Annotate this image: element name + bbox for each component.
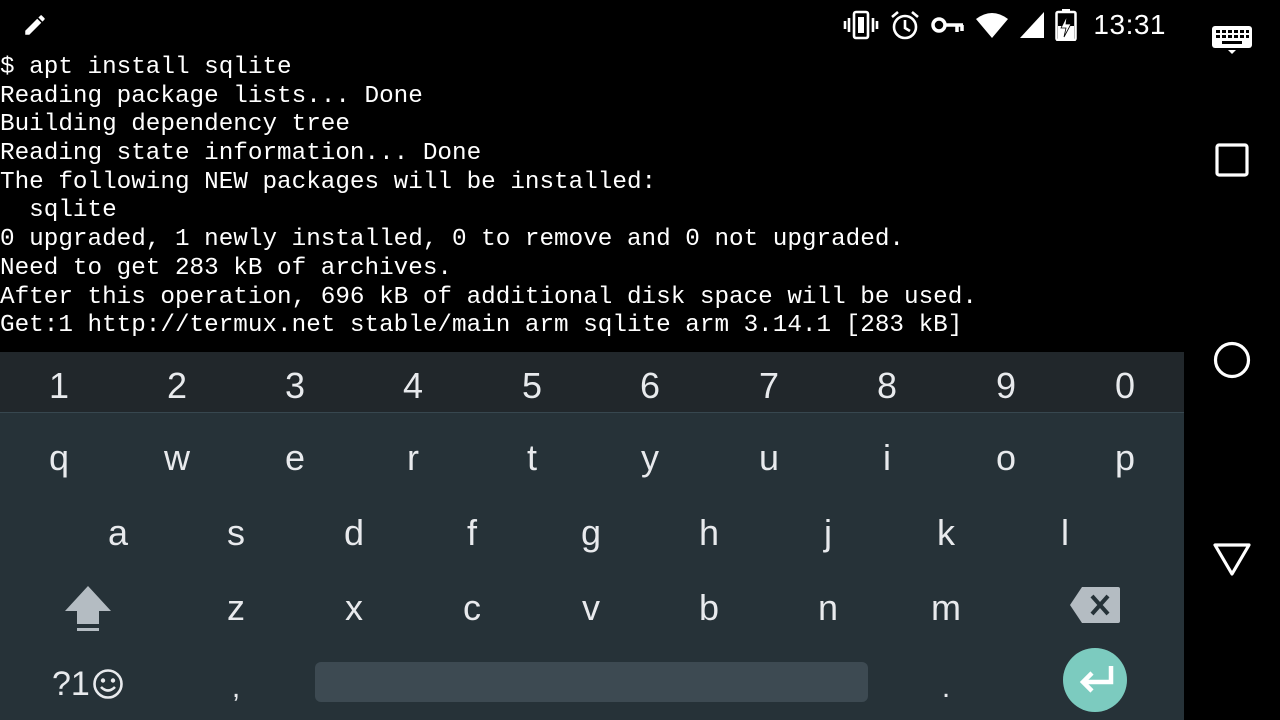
key-j[interactable]: j — [788, 513, 868, 553]
terminal-line: sqlite — [0, 197, 117, 225]
terminal-line: After this operation, 696 kB of addition… — [0, 283, 977, 311]
key-x[interactable]: x — [314, 588, 394, 628]
terminal-line: Reading package lists... Done — [0, 82, 423, 110]
key-0[interactable]: 0 — [1085, 366, 1165, 406]
key-v[interactable]: v — [551, 588, 631, 628]
key-1[interactable]: 1 — [19, 366, 99, 406]
key-o[interactable]: o — [966, 438, 1046, 478]
key-y[interactable]: y — [610, 438, 690, 478]
key-t[interactable]: t — [492, 438, 572, 478]
terminal-line: $ apt install sqlite — [0, 54, 292, 81]
wifi-icon — [976, 13, 1009, 38]
key-p[interactable]: p — [1085, 438, 1165, 478]
key-l[interactable]: l — [1025, 513, 1105, 553]
key-u[interactable]: u — [729, 438, 809, 478]
key-2[interactable]: 2 — [137, 366, 217, 406]
key-period[interactable]: . — [906, 668, 986, 708]
shift-icon[interactable] — [64, 584, 112, 632]
number-row: 1 2 3 4 5 6 7 8 9 0 — [0, 352, 1184, 413]
terminal-line: Building dependency tree — [0, 111, 350, 139]
battery-charging-icon — [1055, 9, 1078, 41]
clock: 13:31 — [1093, 9, 1166, 40]
key-a[interactable]: a — [78, 513, 158, 553]
back-button[interactable] — [1184, 543, 1280, 577]
key-f[interactable]: f — [432, 513, 512, 553]
key-7[interactable]: 7 — [729, 366, 809, 406]
key-5[interactable]: 5 — [492, 366, 572, 406]
space-bar[interactable] — [315, 662, 868, 702]
terminal-line: Get:1 http://termux.net stable/main arm … — [0, 312, 963, 340]
key-k[interactable]: k — [906, 513, 986, 553]
soft-keyboard: 1 2 3 4 5 6 7 8 9 0 q w e r t y u i o p … — [0, 352, 1184, 720]
edit-icon[interactable] — [22, 12, 48, 38]
symbols-key[interactable]: ?1 — [52, 662, 124, 706]
emoji-icon — [93, 669, 123, 699]
key-3[interactable]: 3 — [255, 366, 335, 406]
key-z[interactable]: z — [196, 588, 276, 628]
symbols-key-label: ?1 — [52, 664, 90, 703]
terminal-line: Need to get 283 kB of archives. — [0, 254, 452, 282]
key-m[interactable]: m — [906, 588, 986, 628]
key-n[interactable]: n — [788, 588, 868, 628]
status-bar: 13:31 — [0, 0, 1184, 50]
alarm-icon — [891, 11, 920, 40]
key-6[interactable]: 6 — [610, 366, 690, 406]
navigation-bar — [1184, 0, 1280, 720]
key-w[interactable]: w — [137, 438, 217, 478]
vibrate-icon — [844, 10, 879, 40]
key-i[interactable]: i — [847, 438, 927, 478]
key-d[interactable]: d — [314, 513, 394, 553]
enter-key[interactable] — [1063, 648, 1127, 712]
signal-icon — [1020, 12, 1045, 38]
key-4[interactable]: 4 — [373, 366, 453, 406]
back-icon — [1213, 543, 1251, 576]
key-g[interactable]: g — [551, 513, 631, 553]
recents-button[interactable] — [1184, 143, 1280, 177]
key-b[interactable]: b — [669, 588, 749, 628]
keyboard-icon — [1212, 26, 1252, 54]
terminal-line: The following NEW packages will be insta… — [0, 168, 657, 196]
key-comma[interactable]: , — [196, 668, 276, 708]
terminal-output[interactable]: $ apt install sqlite Reading package lis… — [0, 54, 1184, 352]
keyboard-switch-button[interactable] — [1184, 26, 1280, 54]
key-c[interactable]: c — [432, 588, 512, 628]
key-r[interactable]: r — [373, 438, 453, 478]
recents-icon — [1215, 143, 1249, 177]
status-icons: 13:31 — [843, 8, 1166, 42]
backspace-icon[interactable] — [1070, 587, 1120, 623]
enter-icon — [1079, 666, 1114, 693]
home-button[interactable] — [1184, 341, 1280, 379]
terminal-line: Reading state information... Done — [0, 140, 482, 168]
key-s[interactable]: s — [196, 513, 276, 553]
key-q[interactable]: q — [19, 438, 99, 478]
home-icon — [1213, 341, 1251, 379]
terminal-line: 0 upgraded, 1 newly installed, 0 to remo… — [0, 226, 904, 254]
key-9[interactable]: 9 — [966, 366, 1046, 406]
key-h[interactable]: h — [669, 513, 749, 553]
vpn-key-icon — [931, 17, 965, 33]
key-e[interactable]: e — [255, 438, 335, 478]
key-8[interactable]: 8 — [847, 366, 927, 406]
